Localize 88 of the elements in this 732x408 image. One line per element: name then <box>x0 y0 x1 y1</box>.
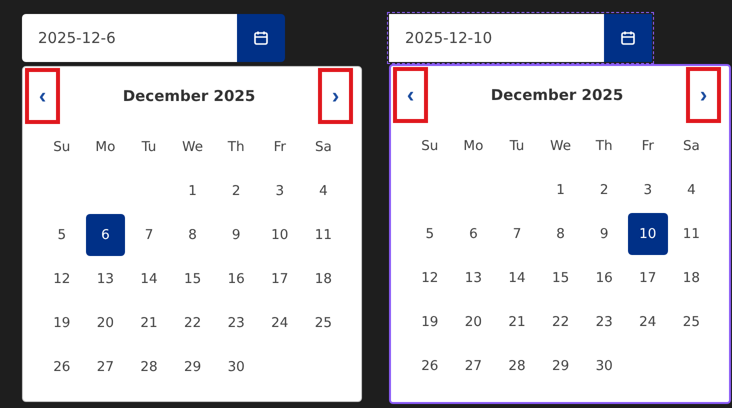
day-cell[interactable]: 29 <box>172 346 212 388</box>
day-cell[interactable]: 13 <box>86 258 126 300</box>
day-cell[interactable]: 3 <box>260 170 300 212</box>
weekday-label: Su <box>52 138 72 157</box>
day-cell[interactable]: 2 <box>216 170 256 212</box>
previous-month-button[interactable]: ‹ <box>393 67 428 123</box>
day-cell[interactable]: 21 <box>497 301 537 343</box>
day-cell[interactable]: 18 <box>672 257 712 299</box>
weekday-label: Sa <box>682 137 701 156</box>
day-cell[interactable]: 14 <box>129 258 169 300</box>
day-cell[interactable]: 16 <box>216 258 256 300</box>
day-cell[interactable]: 17 <box>628 257 668 299</box>
day-cell[interactable]: 2 <box>584 169 624 211</box>
weekday-label: Fr <box>640 137 655 156</box>
day-cell[interactable]: 24 <box>260 302 300 344</box>
day-cell[interactable]: 30 <box>584 345 624 387</box>
date-input[interactable]: 2025-12-10 <box>389 14 604 62</box>
weekday-label: Mo <box>94 138 116 157</box>
day-cell[interactable]: 21 <box>129 302 169 344</box>
day-cell[interactable]: 5 <box>410 213 450 255</box>
day-cell[interactable]: 20 <box>86 302 126 344</box>
day-cell[interactable]: 6 <box>86 214 126 256</box>
day-cell[interactable]: 3 <box>628 169 668 211</box>
day-cell[interactable]: 20 <box>454 301 494 343</box>
weekday-label: Th <box>594 137 614 156</box>
weekday-label: Th <box>226 138 246 157</box>
day-cell[interactable]: 24 <box>628 301 668 343</box>
day-cell[interactable]: 19 <box>42 302 82 344</box>
day-cell[interactable]: 23 <box>216 302 256 344</box>
day-cell[interactable]: 18 <box>304 258 344 300</box>
day-cell[interactable]: 27 <box>454 345 494 387</box>
day-cell[interactable]: 12 <box>410 257 450 299</box>
weekday-label: Sa <box>314 138 333 157</box>
day-cell[interactable]: 14 <box>497 257 537 299</box>
day-cell[interactable]: 15 <box>172 258 212 300</box>
day-cell[interactable]: 7 <box>129 214 169 256</box>
day-cell[interactable]: 23 <box>584 301 624 343</box>
previous-month-button[interactable]: ‹ <box>25 68 60 124</box>
date-input[interactable]: 2025-12-6 <box>22 14 237 62</box>
weekday-label: We <box>181 138 204 157</box>
day-cell[interactable]: 7 <box>497 213 537 255</box>
calendar-icon <box>620 30 636 46</box>
day-cell[interactable]: 16 <box>584 257 624 299</box>
day-cell[interactable]: 8 <box>540 213 580 255</box>
day-cell[interactable]: 25 <box>304 302 344 344</box>
day-cell[interactable]: 13 <box>454 257 494 299</box>
day-cell[interactable]: 4 <box>672 169 712 211</box>
day-cell[interactable]: 11 <box>304 214 344 256</box>
day-cell[interactable]: 9 <box>216 214 256 256</box>
day-cell[interactable]: 9 <box>584 213 624 255</box>
day-cell[interactable]: 5 <box>42 214 82 256</box>
weekday-label: Tu <box>508 137 526 156</box>
weekday-label: We <box>549 137 572 156</box>
day-cell[interactable]: 25 <box>672 301 712 343</box>
day-cell[interactable]: 29 <box>540 345 580 387</box>
day-cell[interactable]: 26 <box>42 346 82 388</box>
day-cell[interactable]: 1 <box>540 169 580 211</box>
next-month-button[interactable]: › <box>318 68 353 124</box>
day-cell[interactable]: 15 <box>540 257 580 299</box>
day-cell[interactable]: 28 <box>129 346 169 388</box>
weekday-label: Mo <box>462 137 484 156</box>
day-cell[interactable]: 8 <box>172 214 212 256</box>
month-title: December 2025 <box>490 86 624 104</box>
day-cell[interactable]: 4 <box>304 170 344 212</box>
day-cell[interactable]: 26 <box>410 345 450 387</box>
weekday-label: Fr <box>272 138 287 157</box>
day-cell[interactable]: 10 <box>260 214 300 256</box>
day-cell[interactable]: 6 <box>454 213 494 255</box>
day-cell[interactable]: 17 <box>260 258 300 300</box>
weekday-label: Tu <box>140 138 158 157</box>
day-cell[interactable]: 22 <box>540 301 580 343</box>
weekday-label: Su <box>420 137 440 156</box>
day-cell[interactable]: 11 <box>672 213 712 255</box>
date-field[interactable]: 2025-12-10 <box>389 14 652 62</box>
day-cell[interactable]: 10 <box>628 213 668 255</box>
day-cell[interactable]: 22 <box>172 302 212 344</box>
day-cell[interactable]: 12 <box>42 258 82 300</box>
month-title: December 2025 <box>122 87 256 105</box>
calendar-icon <box>253 30 269 46</box>
day-cell[interactable]: 28 <box>497 345 537 387</box>
calendar-button[interactable] <box>237 14 285 62</box>
calendar-button[interactable] <box>604 14 652 62</box>
day-cell[interactable]: 1 <box>172 170 212 212</box>
day-cell[interactable]: 19 <box>410 301 450 343</box>
date-field[interactable]: 2025-12-6 <box>22 14 285 62</box>
day-cell[interactable]: 30 <box>216 346 256 388</box>
day-cell[interactable]: 27 <box>86 346 126 388</box>
next-month-button[interactable]: › <box>686 67 721 123</box>
